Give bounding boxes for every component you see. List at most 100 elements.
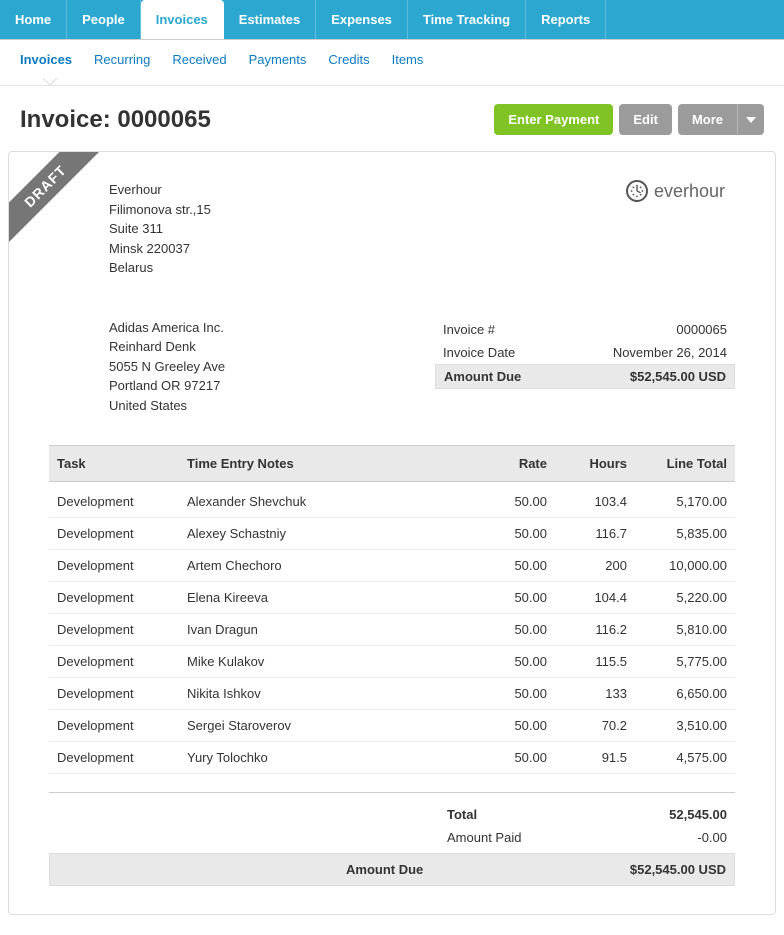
cell-notes: Sergei Staroverov bbox=[179, 710, 475, 742]
sub-tabs: Invoices Recurring Received Payments Credits… bbox=[0, 40, 784, 86]
cell-notes: Mike Kulakov bbox=[179, 646, 475, 678]
page-header: Invoice: 0000065 Enter Payment Edit More bbox=[0, 86, 784, 151]
meta-invoice-date-label: Invoice Date bbox=[443, 345, 515, 360]
enter-payment-button[interactable]: Enter Payment bbox=[494, 104, 613, 135]
chevron-down-icon bbox=[746, 117, 756, 123]
table-row: DevelopmentYury Tolochko50.0091.54,575.0… bbox=[49, 742, 735, 774]
sub-tab-received[interactable]: Received bbox=[172, 52, 226, 67]
cell-rate: 50.00 bbox=[475, 582, 555, 614]
cell-notes: Alexander Shevchuk bbox=[179, 482, 475, 518]
amount-paid-value: -0.00 bbox=[587, 830, 727, 845]
client-country: United States bbox=[109, 396, 225, 416]
cell-hours: 103.4 bbox=[555, 482, 635, 518]
cell-notes: Yury Tolochko bbox=[179, 742, 475, 774]
cell-hours: 116.7 bbox=[555, 518, 635, 550]
more-button[interactable]: More bbox=[678, 104, 737, 135]
amount-paid-row: Amount Paid -0.00 bbox=[49, 826, 735, 849]
cell-task: Development bbox=[49, 614, 179, 646]
cell-task: Development bbox=[49, 550, 179, 582]
sub-tab-invoices[interactable]: Invoices bbox=[20, 52, 72, 67]
amount-paid-label: Amount Paid bbox=[387, 830, 587, 845]
cell-total: 3,510.00 bbox=[635, 710, 735, 742]
edit-button[interactable]: Edit bbox=[619, 104, 672, 135]
line-items-table: Task Time Entry Notes Rate Hours Line To… bbox=[49, 445, 735, 774]
totals-section: Total 52,545.00 Amount Paid -0.00 Amount… bbox=[49, 792, 735, 886]
page-title-prefix: Invoice: bbox=[20, 106, 117, 133]
meta-invoice-number-label: Invoice # bbox=[443, 322, 495, 337]
cell-hours: 115.5 bbox=[555, 646, 635, 678]
cell-notes: Elena Kireeva bbox=[179, 582, 475, 614]
cell-hours: 104.4 bbox=[555, 582, 635, 614]
invoice-meta-table: Invoice # 0000065 Invoice Date November … bbox=[435, 318, 735, 416]
invoice-panel: DRAFT Everhour Filimonova str.,15 Suite … bbox=[8, 151, 776, 915]
sender-suite: Suite 311 bbox=[109, 219, 211, 239]
sender-name: Everhour bbox=[109, 180, 211, 200]
meta-amount-due-row: Amount Due $52,545.00 USD bbox=[435, 364, 735, 389]
total-row: Total 52,545.00 bbox=[49, 803, 735, 826]
total-label: Total bbox=[387, 807, 587, 822]
cell-total: 10,000.00 bbox=[635, 550, 735, 582]
cell-rate: 50.00 bbox=[475, 678, 555, 710]
top-tab-reports[interactable]: Reports bbox=[526, 0, 606, 39]
top-tab-expenses[interactable]: Expenses bbox=[316, 0, 408, 39]
cell-rate: 50.00 bbox=[475, 742, 555, 774]
client-city-zip: Portland OR 97217 bbox=[109, 376, 225, 396]
cell-total: 5,810.00 bbox=[635, 614, 735, 646]
meta-invoice-number-row: Invoice # 0000065 bbox=[435, 318, 735, 341]
more-dropdown-caret[interactable] bbox=[737, 104, 764, 135]
invoice-meta-section: Adidas America Inc. Reinhard Denk 5055 N… bbox=[49, 318, 735, 416]
cell-total: 5,775.00 bbox=[635, 646, 735, 678]
active-tab-pointer-icon bbox=[42, 78, 58, 86]
cell-task: Development bbox=[49, 518, 179, 550]
logo-text: everhour bbox=[654, 181, 725, 202]
cell-task: Development bbox=[49, 678, 179, 710]
cell-hours: 116.2 bbox=[555, 614, 635, 646]
col-task: Task bbox=[49, 446, 179, 482]
cell-hours: 91.5 bbox=[555, 742, 635, 774]
cell-total: 5,170.00 bbox=[635, 482, 735, 518]
cell-hours: 200 bbox=[555, 550, 635, 582]
meta-amount-due-label: Amount Due bbox=[444, 369, 521, 384]
cell-task: Development bbox=[49, 482, 179, 518]
meta-invoice-date-row: Invoice Date November 26, 2014 bbox=[435, 341, 735, 364]
cell-total: 5,835.00 bbox=[635, 518, 735, 550]
sub-tab-payments[interactable]: Payments bbox=[249, 52, 307, 67]
cell-task: Development bbox=[49, 742, 179, 774]
sub-tab-recurring[interactable]: Recurring bbox=[94, 52, 150, 67]
sender-address: Everhour Filimonova str.,15 Suite 311 Mi… bbox=[49, 180, 211, 278]
top-tab-home[interactable]: Home bbox=[0, 0, 67, 39]
sub-tab-items[interactable]: Items bbox=[392, 52, 424, 67]
cell-rate: 50.00 bbox=[475, 518, 555, 550]
cell-notes: Alexey Schastniy bbox=[179, 518, 475, 550]
cell-hours: 133 bbox=[555, 678, 635, 710]
client-street: 5055 N Greeley Ave bbox=[109, 357, 225, 377]
client-name: Adidas America Inc. bbox=[109, 318, 225, 338]
table-row: DevelopmentAlexey Schastniy50.00116.75,8… bbox=[49, 518, 735, 550]
cell-notes: Ivan Dragun bbox=[179, 614, 475, 646]
top-tabs: HomePeopleInvoicesEstimatesExpensesTime … bbox=[0, 0, 784, 40]
sender-country: Belarus bbox=[109, 258, 211, 278]
header-buttons: Enter Payment Edit More bbox=[494, 104, 764, 135]
table-row: DevelopmentNikita Ishkov50.001336,650.00 bbox=[49, 678, 735, 710]
meta-invoice-date-value: November 26, 2014 bbox=[613, 345, 727, 360]
top-tab-people[interactable]: People bbox=[67, 0, 141, 39]
top-tab-time-tracking[interactable]: Time Tracking bbox=[408, 0, 526, 39]
top-tab-estimates[interactable]: Estimates bbox=[224, 0, 316, 39]
col-hours: Hours bbox=[555, 446, 635, 482]
cell-task: Development bbox=[49, 582, 179, 614]
table-row: DevelopmentIvan Dragun50.00116.25,810.00 bbox=[49, 614, 735, 646]
top-tab-invoices[interactable]: Invoices bbox=[141, 0, 224, 39]
meta-invoice-number-value: 0000065 bbox=[676, 322, 727, 337]
sub-tab-credits[interactable]: Credits bbox=[328, 52, 369, 67]
page-title-number: 0000065 bbox=[117, 106, 210, 133]
client-contact: Reinhard Denk bbox=[109, 337, 225, 357]
col-line-total: Line Total bbox=[635, 446, 735, 482]
cell-total: 5,220.00 bbox=[635, 582, 735, 614]
cell-rate: 50.00 bbox=[475, 482, 555, 518]
cell-notes: Nikita Ishkov bbox=[179, 678, 475, 710]
col-rate: Rate bbox=[475, 446, 555, 482]
cell-hours: 70.2 bbox=[555, 710, 635, 742]
clock-icon bbox=[626, 180, 648, 202]
cell-total: 6,650.00 bbox=[635, 678, 735, 710]
sender-city-zip: Minsk 220037 bbox=[109, 239, 211, 259]
